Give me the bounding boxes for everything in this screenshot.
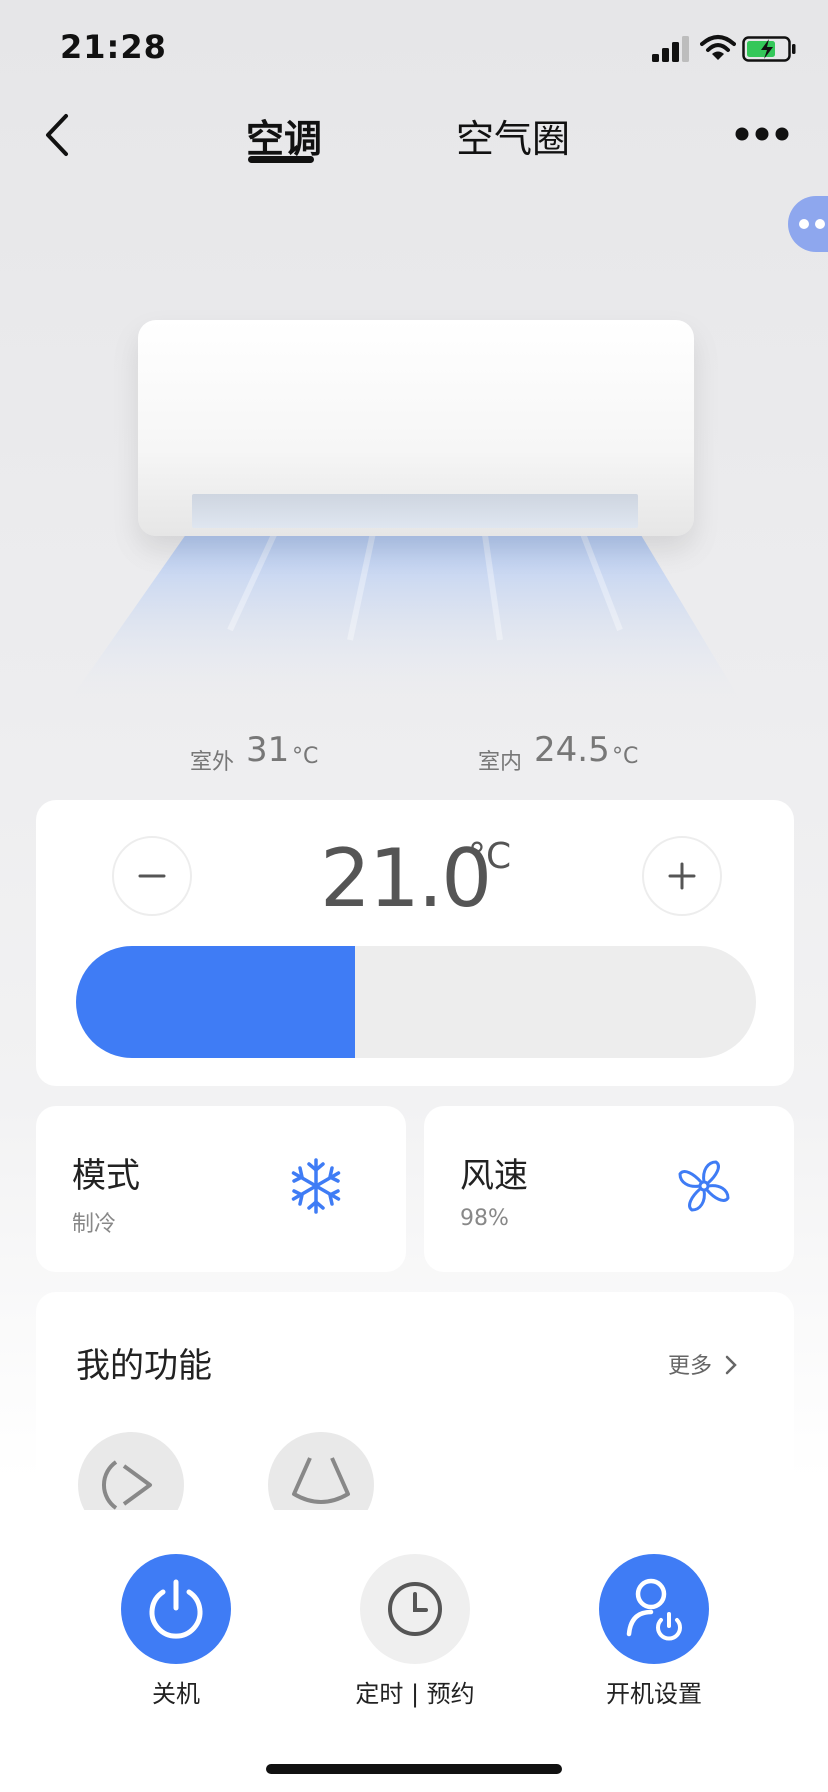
power-icon	[149, 1579, 203, 1639]
tab-air-circle[interactable]: 空气圈	[456, 108, 570, 163]
decrease-temperature-button[interactable]	[112, 836, 192, 916]
startup-settings-label: 开机设置	[606, 1680, 702, 1708]
mode-title: 模式	[72, 1156, 140, 1196]
more-functions-link[interactable]: 更多	[668, 1348, 739, 1380]
status-time: 21:28	[60, 28, 167, 66]
wind-speed-value: 98%	[460, 1206, 509, 1231]
outdoor-temp-label: 室外	[190, 750, 235, 775]
home-indicator	[266, 1764, 562, 1774]
indoor-temp-unit: °C	[612, 744, 639, 769]
power-off-label: 关机	[152, 1680, 200, 1708]
timer-schedule-label: 定时 | 预约	[355, 1680, 475, 1708]
fan-icon	[678, 1160, 730, 1212]
more-functions-label: 更多	[668, 1354, 713, 1379]
startup-settings-button[interactable]	[599, 1554, 709, 1664]
signal-icon	[652, 36, 689, 62]
more-options-icon[interactable]	[734, 126, 790, 142]
outdoor-temp-unit: °C	[292, 744, 319, 769]
chevron-right-icon	[725, 1355, 737, 1375]
my-functions-title: 我的功能	[76, 1346, 212, 1386]
timer-schedule-button[interactable]	[360, 1554, 470, 1664]
floating-assistant-button[interactable]	[788, 196, 828, 252]
clock-icon	[388, 1582, 442, 1636]
snowflake-icon	[291, 1158, 341, 1214]
setpoint-temperature: 21.0	[320, 832, 492, 925]
indoor-temp-value: 24.5	[534, 730, 610, 770]
indoor-temp-label: 室内	[478, 750, 523, 775]
mode-value: 制冷	[72, 1212, 117, 1237]
user-power-icon	[626, 1578, 682, 1641]
setpoint-unit: °C	[468, 836, 512, 877]
wind-speed-title: 风速	[460, 1156, 528, 1196]
increase-temperature-button[interactable]	[642, 836, 722, 916]
tab-air-conditioner[interactable]: 空调	[246, 108, 322, 163]
app-screen: 21:28 空调 空气圈 室外 31 °C 室内 24.5 °C 21.0 °C…	[0, 0, 828, 1792]
temperature-slider[interactable]	[76, 946, 756, 1058]
floating-dots-icon	[799, 219, 825, 229]
plus-icon	[668, 862, 696, 890]
back-icon[interactable]	[42, 112, 72, 158]
active-tab-indicator	[248, 156, 314, 163]
wifi-icon	[700, 35, 736, 60]
temperature-slider-fill	[76, 946, 355, 1058]
outdoor-temp-value: 31	[246, 730, 290, 770]
air-conditioner-vent	[192, 494, 638, 528]
power-off-button[interactable]	[121, 1554, 231, 1664]
battery-icon	[742, 36, 796, 62]
minus-icon	[138, 874, 166, 878]
